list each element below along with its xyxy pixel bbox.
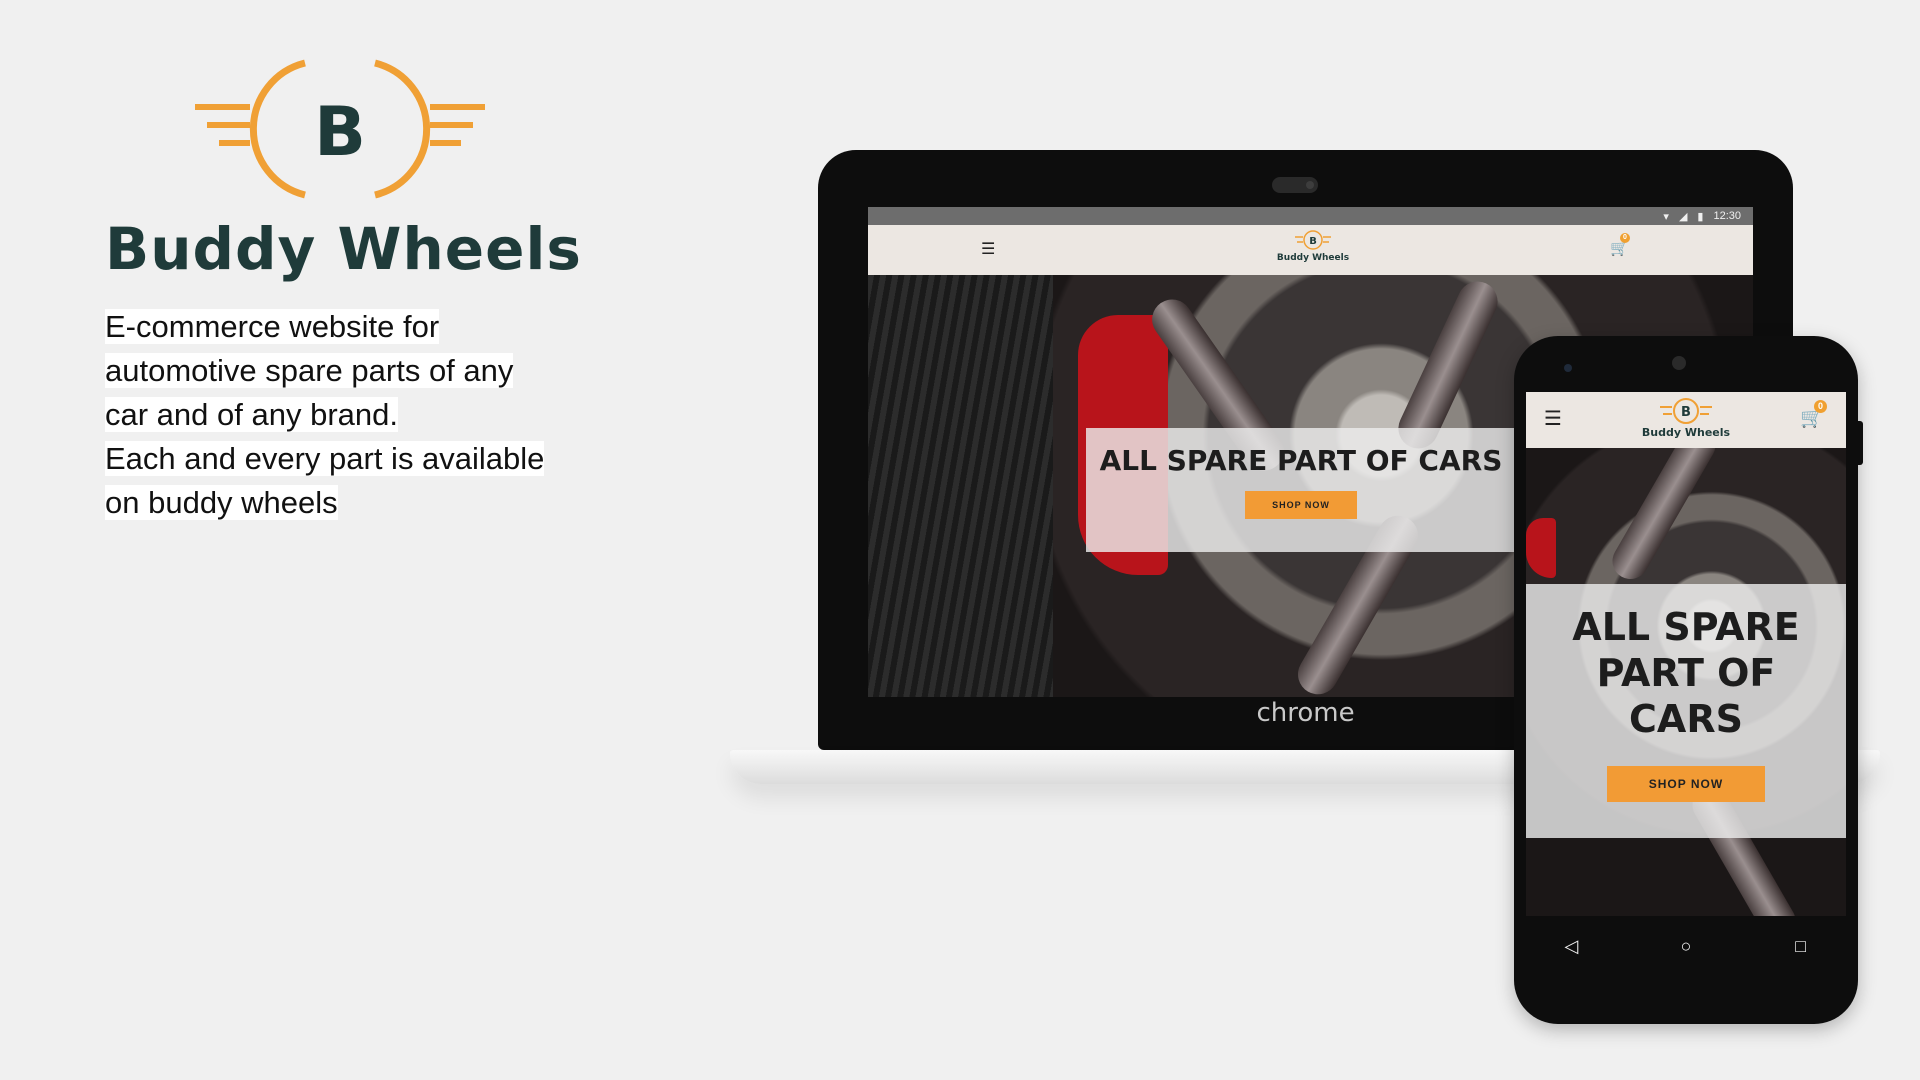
android-nav-bar: ◁ ○ □ bbox=[1514, 916, 1858, 976]
site-header: ☰ B Buddy Wheels 🛒 0 bbox=[868, 225, 1753, 275]
menu-icon[interactable]: ☰ bbox=[981, 242, 995, 258]
home-icon[interactable]: ○ bbox=[1666, 936, 1706, 957]
phone-mockup: ☰ B Buddy Wheels 🛒 0 ALL SPARE PART OF C… bbox=[1514, 336, 1863, 1024]
hero-panel: ALL SPARE PART OF CARS SHOP NOW bbox=[1526, 584, 1846, 838]
logo-emblem-icon: B bbox=[1295, 230, 1331, 250]
signal-icon: ◢ bbox=[1678, 210, 1688, 223]
brand-name: Buddy Wheels bbox=[105, 215, 582, 283]
cart-count-badge: 0 bbox=[1814, 400, 1827, 413]
description-line: Each and every part is available bbox=[105, 441, 545, 476]
recents-icon[interactable]: □ bbox=[1781, 936, 1821, 957]
description-line: E-commerce website for bbox=[105, 309, 440, 344]
battery-icon: ▮ bbox=[1697, 210, 1704, 223]
front-camera-icon bbox=[1564, 364, 1572, 372]
description-line: on buddy wheels bbox=[105, 485, 338, 520]
menu-icon[interactable]: ☰ bbox=[1544, 409, 1562, 429]
emblem-letter: B bbox=[314, 93, 366, 172]
description-line: automotive spare parts of any bbox=[105, 353, 514, 388]
back-icon[interactable]: ◁ bbox=[1551, 936, 1591, 957]
logo-emblem-icon: B bbox=[1660, 398, 1712, 424]
wifi-icon: ▾ bbox=[1663, 210, 1669, 223]
site-logo-text: Buddy Wheels bbox=[1276, 253, 1350, 263]
showcase-page: B Buddy Wheels E-commerce website for au… bbox=[0, 0, 1920, 1080]
shop-now-button[interactable]: SHOP NOW bbox=[1245, 491, 1357, 519]
phone-screen: ☰ B Buddy Wheels 🛒 0 ALL SPARE PART OF C… bbox=[1526, 392, 1846, 916]
status-bar: ▾ ◢ ▮ 12:30 bbox=[868, 207, 1753, 225]
buddy-wheels-emblem-icon: B bbox=[195, 59, 485, 199]
shop-now-button[interactable]: SHOP NOW bbox=[1606, 766, 1766, 802]
cart-icon[interactable]: 🛒 0 bbox=[1610, 233, 1630, 257]
brand-logo: B Buddy Wheels bbox=[105, 55, 585, 305]
site-logo[interactable]: B Buddy Wheels bbox=[1258, 229, 1368, 263]
cart-count-badge: 0 bbox=[1620, 233, 1630, 243]
tire-image bbox=[868, 275, 1053, 697]
hero-title: ALL SPARE PART OF CARS bbox=[1572, 605, 1800, 741]
site-header: ☰ B Buddy Wheels 🛒 0 bbox=[1526, 392, 1846, 448]
site-logo[interactable]: B Buddy Wheels bbox=[1621, 397, 1751, 439]
svg-text:B: B bbox=[1681, 405, 1691, 420]
svg-text:B: B bbox=[1309, 236, 1317, 247]
power-button bbox=[1858, 421, 1863, 465]
wheel-spoke-image bbox=[1605, 448, 1723, 586]
webcam-icon bbox=[1272, 177, 1318, 193]
brake-caliper-image bbox=[1526, 518, 1556, 578]
hero-banner: ALL SPARE PART OF CARS SHOP NOW bbox=[1526, 448, 1846, 916]
cart-icon[interactable]: 🛒 0 bbox=[1800, 400, 1827, 430]
status-time: 12:30 bbox=[1713, 210, 1741, 222]
brand-description: E-commerce website for automotive spare … bbox=[105, 305, 605, 525]
sensor-icon bbox=[1672, 356, 1686, 370]
site-logo-text: Buddy Wheels bbox=[1641, 426, 1731, 439]
description-line: car and of any brand. bbox=[105, 397, 398, 432]
hero-title: ALL SPARE PART OF CARS bbox=[1099, 444, 1503, 477]
hero-panel: ALL SPARE PART OF CARS SHOP NOW bbox=[1086, 428, 1516, 552]
